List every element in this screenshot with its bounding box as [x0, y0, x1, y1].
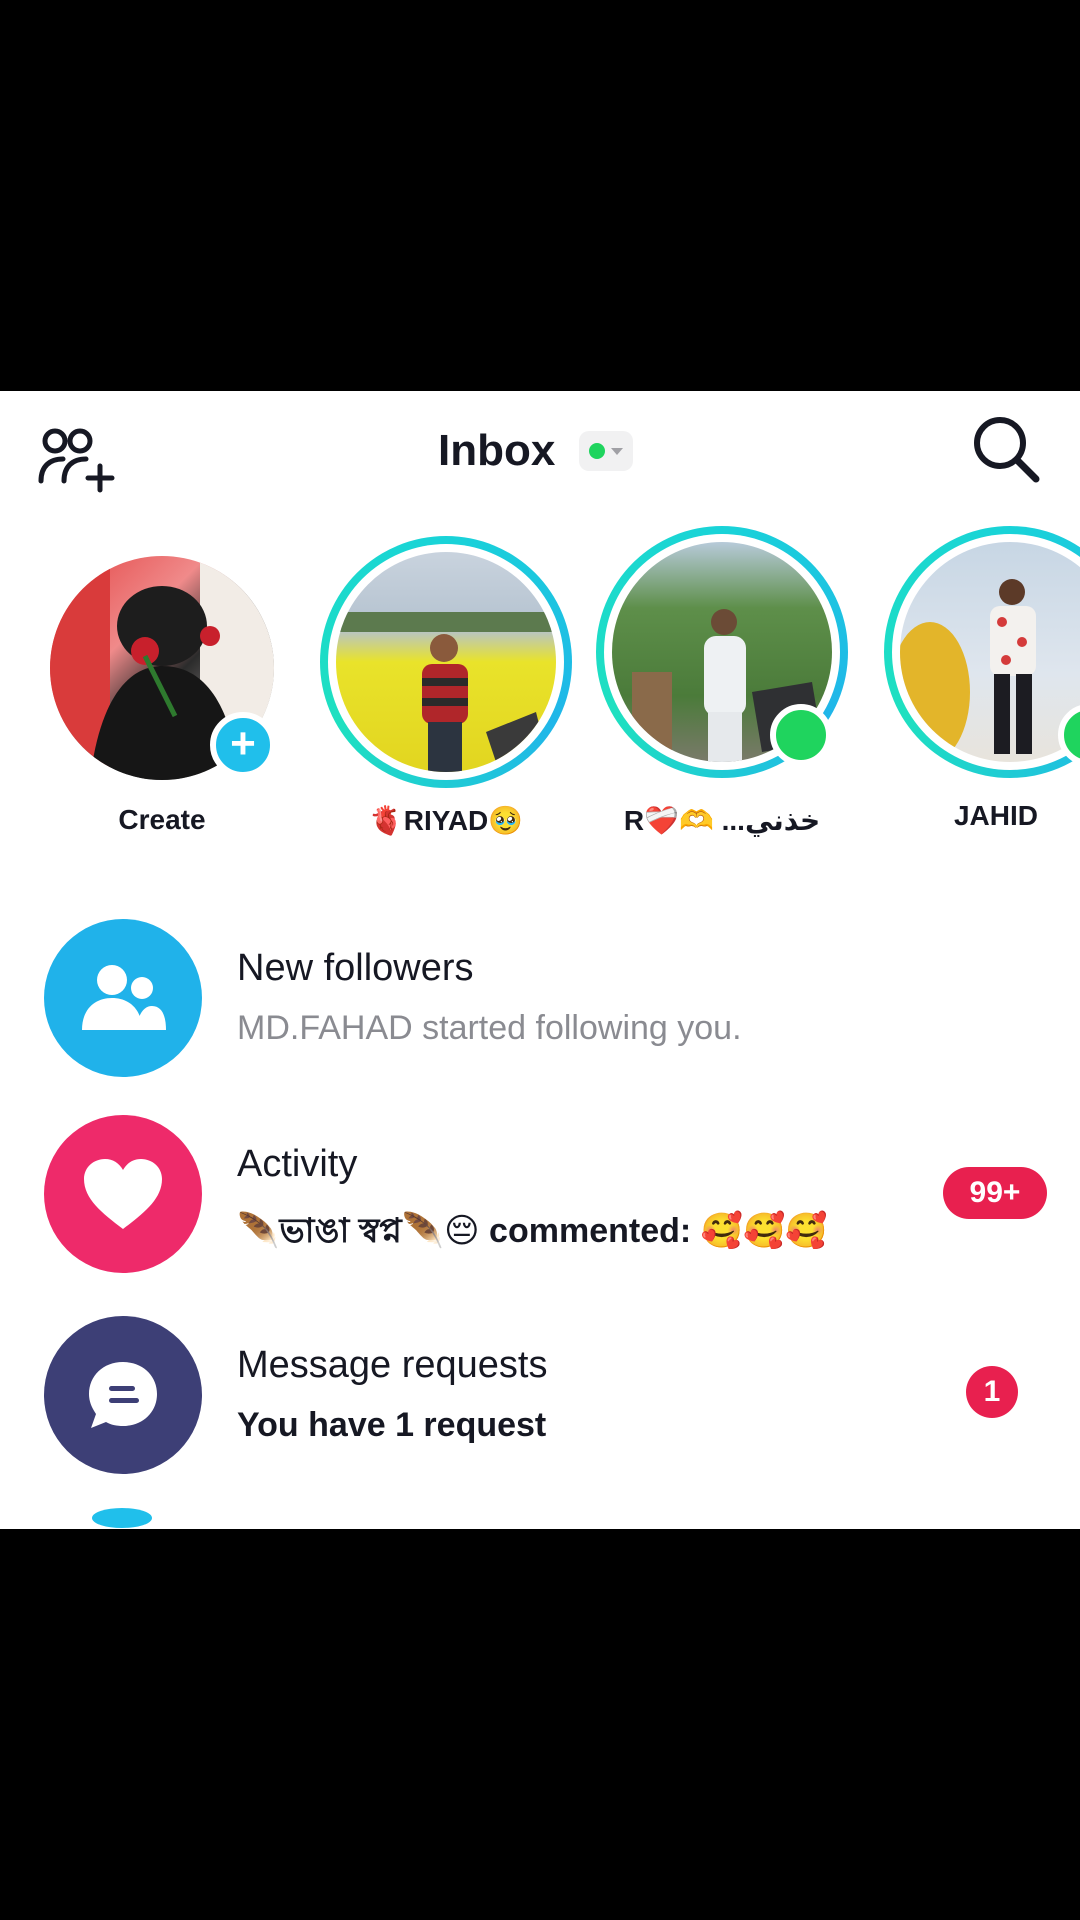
row-title: New followers: [237, 947, 474, 989]
inbox-screen: Inbox +: [0, 391, 1080, 1529]
search-icon[interactable]: [970, 413, 1042, 485]
story-label: R❤️‍🩹🫶 ...خذني: [623, 805, 821, 836]
activity-row[interactable]: Activity 🪶ভাঙা স্বপ্ন🪶😔 commented: 🥰🥰🥰 9…: [0, 1115, 1080, 1275]
chevron-down-icon: [611, 447, 624, 455]
online-status-icon: [770, 704, 832, 766]
new-followers-row[interactable]: New followers MD.FAHAD started following…: [0, 919, 1080, 1079]
row-subtitle: MD.FAHAD started following you.: [237, 1009, 742, 1047]
row-subtitle: 🪶ভাঙা স্বপ্ন🪶😔 commented: 🥰🥰🥰: [237, 1212, 828, 1250]
add-story-plus-icon[interactable]: +: [210, 712, 276, 778]
people-icon: [44, 919, 202, 1077]
status-selector[interactable]: [579, 431, 634, 471]
message-requests-row[interactable]: Message requests You have 1 request 1: [0, 1316, 1080, 1476]
add-friends-icon[interactable]: [38, 426, 116, 496]
next-row-icon-peek: [92, 1508, 152, 1528]
stories-row: + Create 🫀RIYAD🥹: [0, 526, 1080, 846]
header-title-group: Inbox: [438, 421, 634, 481]
request-count-badge: 1: [966, 1366, 1018, 1418]
row-title: Activity: [237, 1143, 358, 1185]
heart-icon: [44, 1115, 202, 1273]
story-label: Create: [118, 804, 206, 835]
story-label: JAHID: [953, 800, 1038, 831]
story-create[interactable]: + Create: [32, 536, 292, 846]
message-bubble-icon: [44, 1316, 202, 1474]
online-status-icon: [589, 443, 606, 459]
row-subtitle: You have 1 request: [237, 1406, 547, 1444]
avatar: [336, 552, 556, 772]
page-title: Inbox: [438, 426, 556, 475]
story-item[interactable]: 🫀RIYAD🥹: [316, 536, 576, 846]
story-item[interactable]: JAHID: [880, 526, 1080, 846]
story-label: 🫀RIYAD🥹: [368, 805, 524, 836]
activity-count-badge: 99+: [943, 1167, 1047, 1219]
story-item[interactable]: R❤️‍🩹🫶 ...خذني: [592, 526, 852, 846]
row-title: Message requests: [237, 1344, 548, 1386]
